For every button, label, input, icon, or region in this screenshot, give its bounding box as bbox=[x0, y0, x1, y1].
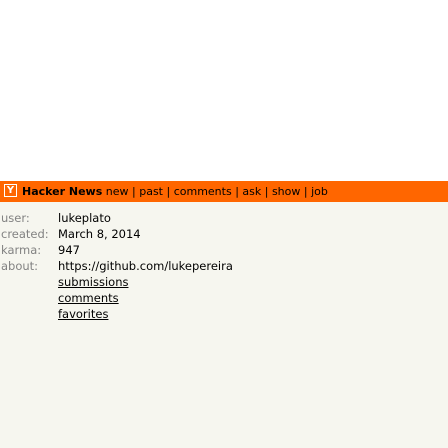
nav-item-show[interactable]: show bbox=[272, 185, 300, 198]
submissions-link[interactable]: submissions bbox=[58, 274, 128, 290]
nav-item-comments[interactable]: comments bbox=[174, 185, 232, 198]
about-value: https://github.com/lukepereira bbox=[58, 259, 233, 273]
nav-separator: | bbox=[264, 185, 272, 198]
site-name-link[interactable]: Hacker News bbox=[22, 185, 102, 198]
browser-viewport: Y Hacker News new | past | comments | as… bbox=[0, 0, 448, 448]
favorites-link[interactable]: favorites bbox=[58, 306, 108, 322]
nav-item-job[interactable]: job bbox=[311, 185, 328, 198]
nav-separator: | bbox=[303, 185, 312, 198]
comments-link[interactable]: comments bbox=[58, 290, 119, 306]
nav-item-new[interactable]: new bbox=[106, 185, 129, 198]
user-label: user: bbox=[1, 211, 30, 225]
created-label: created: bbox=[1, 227, 49, 241]
karma-value: 947 bbox=[58, 243, 80, 257]
username-value: lukeplato bbox=[58, 211, 111, 225]
nav-item-past[interactable]: past bbox=[139, 185, 163, 198]
karma-label: karma: bbox=[1, 243, 42, 257]
nav-links: Hacker News new | past | comments | ask … bbox=[22, 185, 328, 198]
top-navigation-bar: Y Hacker News new | past | comments | as… bbox=[0, 181, 448, 202]
nav-item-ask[interactable]: ask bbox=[242, 185, 261, 198]
logo-icon[interactable]: Y bbox=[4, 184, 17, 197]
about-label: about: bbox=[1, 259, 39, 273]
nav-separator: | bbox=[166, 185, 174, 198]
created-value: March 8, 2014 bbox=[58, 227, 141, 241]
